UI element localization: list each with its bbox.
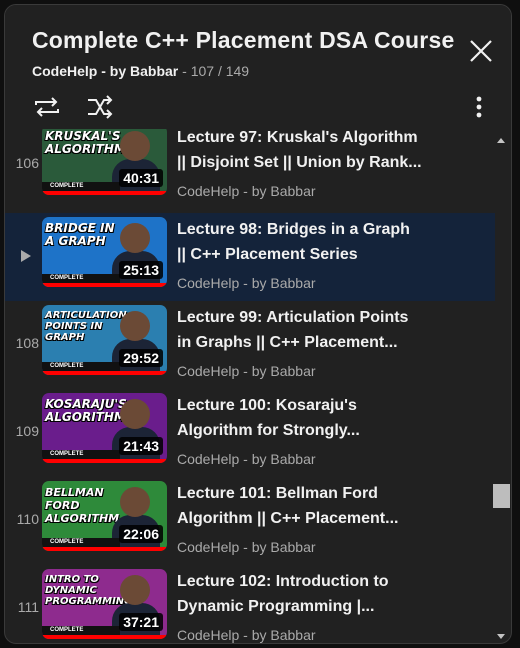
loop-icon[interactable] xyxy=(32,93,62,121)
video-thumbnail[interactable]: KOSARAJU'S ALGORITHM COMPLETE 21:43 xyxy=(42,393,167,463)
presenter-face xyxy=(120,399,150,429)
playlist-item[interactable]: 110 BELLMAN FORD ALGORITHM COMPLETE 22:0… xyxy=(5,477,495,565)
video-title[interactable]: Lecture 99: Articulation Points in Graph… xyxy=(177,305,427,355)
video-duration: 40:31 xyxy=(119,169,163,187)
playlist-item[interactable]: 111 INTRO TO DYNAMIC PROGRAMMING COMPLET… xyxy=(5,565,495,643)
video-duration: 37:21 xyxy=(119,613,163,631)
video-thumbnail[interactable]: KRUSKAL'S ALGORITHM COMPLETE 40:31 xyxy=(42,129,167,195)
video-title-line2: Algorithm for Strongly... xyxy=(177,422,360,439)
video-thumbnail[interactable]: ARTICULATION POINTS IN GRAPH COMPLETE 29… xyxy=(42,305,167,375)
watch-progress xyxy=(42,635,167,639)
presenter-face xyxy=(120,575,150,605)
thumbnail-badge: COMPLETE xyxy=(42,274,120,283)
watch-progress xyxy=(42,371,167,375)
video-thumbnail[interactable]: BELLMAN FORD ALGORITHM COMPLETE 22:06 xyxy=(42,481,167,551)
playlist-header: Complete C++ Placement DSA Course CodeHe… xyxy=(5,5,511,133)
video-channel: CodeHelp - by Babbar xyxy=(177,627,316,643)
scroll-down-arrow[interactable] xyxy=(497,634,505,639)
playlist-subtitle: CodeHelp - by Babbar - 107 / 149 xyxy=(32,63,249,79)
more-vert-icon[interactable] xyxy=(471,93,487,121)
thumbnail-badge: COMPLETE xyxy=(42,182,120,191)
video-title-line2: Dynamic Programming |... xyxy=(177,598,375,615)
video-title-line1: Lecture 98: Bridges in a Graph xyxy=(177,221,410,238)
video-channel: CodeHelp - by Babbar xyxy=(177,363,316,379)
video-title-line1: Lecture 99: Articulation Points xyxy=(177,309,409,326)
item-index: 106 xyxy=(15,155,39,171)
video-title[interactable]: Lecture 98: Bridges in a Graph || C++ Pl… xyxy=(177,217,427,267)
video-title-line1: Lecture 102: Introduction to xyxy=(177,573,389,590)
video-thumbnail[interactable]: INTRO TO DYNAMIC PROGRAMMING COMPLETE 37… xyxy=(42,569,167,639)
watch-progress xyxy=(42,191,167,195)
thumbnail-badge: COMPLETE xyxy=(42,362,120,371)
video-duration: 21:43 xyxy=(119,437,163,455)
thumbnail-badge: COMPLETE xyxy=(42,538,120,547)
thumbnail-text: ARTICULATION POINTS IN GRAPH xyxy=(45,310,127,343)
video-channel: CodeHelp - by Babbar xyxy=(177,275,316,291)
video-title-line2: || Disjoint Set || Union by Rank... xyxy=(177,154,422,171)
video-title[interactable]: Lecture 101: Bellman Ford Algorithm || C… xyxy=(177,481,427,531)
watch-progress xyxy=(42,459,167,463)
video-title-line2: Algorithm || C++ Placement... xyxy=(177,510,399,527)
playlist-item[interactable]: 106 KRUSKAL'S ALGORITHM COMPLETE 40:31 L… xyxy=(5,129,495,213)
close-icon[interactable] xyxy=(467,37,495,65)
video-title[interactable]: Lecture 102: Introduction to Dynamic Pro… xyxy=(177,569,427,619)
video-title-line1: Lecture 101: Bellman Ford xyxy=(177,485,378,502)
video-channel: CodeHelp - by Babbar xyxy=(177,451,316,467)
playlist-position: - 107 / 149 xyxy=(182,63,250,79)
playlist-item[interactable]: 109 KOSARAJU'S ALGORITHM COMPLETE 21:43 … xyxy=(5,389,495,477)
video-title-line1: Lecture 97: Kruskal's Algorithm xyxy=(177,129,418,146)
playlist-items: 106 KRUSKAL'S ALGORITHM COMPLETE 40:31 L… xyxy=(5,129,495,643)
item-index: 109 xyxy=(15,423,39,439)
thumbnail-badge: COMPLETE xyxy=(42,450,120,459)
video-duration: 22:06 xyxy=(119,525,163,543)
video-title[interactable]: Lecture 97: Kruskal's Algorithm || Disjo… xyxy=(177,129,427,175)
scroll-up-arrow[interactable] xyxy=(497,138,505,143)
video-duration: 29:52 xyxy=(119,349,163,367)
shuffle-icon[interactable] xyxy=(85,93,115,121)
item-index: 111 xyxy=(17,599,39,615)
presenter-face xyxy=(120,131,150,161)
presenter-face xyxy=(120,311,150,341)
presenter-face xyxy=(120,223,150,253)
video-title-line2: in Graphs || C++ Placement... xyxy=(177,334,398,351)
video-channel: CodeHelp - by Babbar xyxy=(177,183,316,199)
watch-progress xyxy=(42,283,167,287)
thumbnail-text: BELLMAN FORD ALGORITHM xyxy=(45,486,120,525)
playlist-channel[interactable]: CodeHelp - by Babbar xyxy=(32,63,178,79)
playlist-panel: Complete C++ Placement DSA Course CodeHe… xyxy=(4,4,512,644)
thumbnail-text: KOSARAJU'S ALGORITHM xyxy=(45,397,127,424)
thumbnail-badge: COMPLETE xyxy=(42,626,120,635)
item-index: 108 xyxy=(15,335,39,351)
item-index: 110 xyxy=(16,511,39,527)
video-title[interactable]: Lecture 100: Kosaraju's Algorithm for St… xyxy=(177,393,427,443)
playlist-title[interactable]: Complete C++ Placement DSA Course xyxy=(32,27,454,54)
video-title-line1: Lecture 100: Kosaraju's xyxy=(177,397,357,414)
playlist-item-current[interactable]: BRIDGE IN A GRAPH COMPLETE 25:13 Lecture… xyxy=(5,213,495,301)
thumbnail-text: INTRO TO DYNAMIC PROGRAMMING xyxy=(45,574,133,607)
presenter-face xyxy=(120,487,150,517)
scrollbar-thumb[interactable] xyxy=(493,484,510,508)
video-duration: 25:13 xyxy=(119,261,163,279)
video-title-line2: || C++ Placement Series xyxy=(177,246,358,263)
thumbnail-text: KRUSKAL'S ALGORITHM xyxy=(45,129,126,156)
thumbnail-text: BRIDGE IN A GRAPH xyxy=(45,221,115,248)
watch-progress xyxy=(42,547,167,551)
playlist-item[interactable]: 108 ARTICULATION POINTS IN GRAPH COMPLET… xyxy=(5,301,495,389)
video-channel: CodeHelp - by Babbar xyxy=(177,539,316,555)
video-thumbnail[interactable]: BRIDGE IN A GRAPH COMPLETE 25:13 xyxy=(42,217,167,287)
now-playing-icon xyxy=(21,250,31,262)
